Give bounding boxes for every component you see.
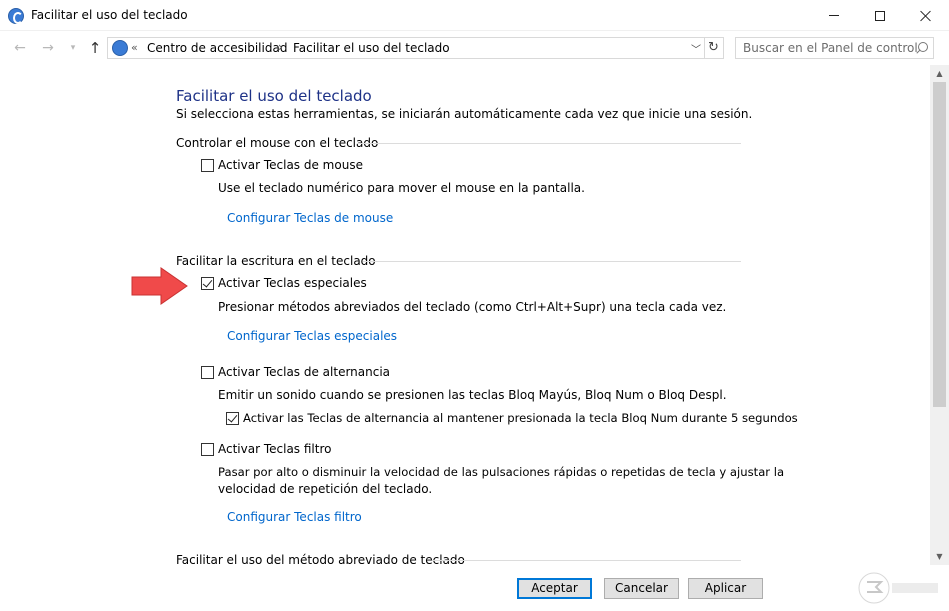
sticky-keys-label[interactable]: Activar Teclas especiales [218,276,367,290]
vertical-scrollbar[interactable]: ▲ ▼ [930,65,949,565]
mouse-keys-label[interactable]: Activar Teclas de mouse [218,158,363,172]
page-title: Facilitar el uso del teclado [176,87,372,105]
section-divider [432,560,741,561]
address-bar[interactable]: « Centro de accesibilidad › Facilitar el… [107,37,705,59]
section-title-shortcuts: Facilitar el uso del método abreviado de… [176,553,465,565]
window-title: Facilitar el uso del teclado [31,8,188,22]
close-icon [920,10,932,22]
search-placeholder: Buscar en el Panel de control [743,41,918,55]
control-panel-icon [112,40,128,56]
mouse-keys-description: Use el teclado numérico para mover el mo… [218,181,585,195]
apply-button[interactable]: Aplicar [688,578,763,599]
page-subtitle: Si selecciona estas herramientas, se ini… [176,107,753,121]
dialog-footer: Aceptar Cancelar Aplicar [0,565,949,611]
up-arrow-icon[interactable]: ↑ [86,39,104,57]
breadcrumb-accessibility-center[interactable]: Centro de accesibilidad [147,41,287,55]
search-input[interactable]: Buscar en el Panel de control [735,37,934,59]
toggle-keys-numlock-checkbox[interactable] [226,412,239,425]
navigation-bar: ← → ▾ ↑ « Centro de accesibilidad › Faci… [0,31,949,65]
sticky-keys-checkbox[interactable] [201,277,214,290]
watermark-logo-icon [858,572,938,604]
toggle-keys-description: Emitir un sonido cuando se presionen las… [218,388,727,402]
section-divider [357,143,741,144]
minimize-icon [829,15,839,16]
toggle-keys-label[interactable]: Activar Teclas de alternancia [218,365,390,379]
close-button[interactable] [903,0,949,31]
breadcrumb-separator-icon[interactable]: › [278,40,283,54]
minimize-button[interactable] [811,0,857,31]
main-content: Facilitar el uso del teclado Si seleccio… [0,65,930,565]
configure-sticky-keys-link[interactable]: Configurar Teclas especiales [227,329,397,343]
filter-keys-description-line1: Pasar por alto o disminuir la velocidad … [218,465,785,479]
breadcrumb-keyboard[interactable]: Facilitar el uso del teclado [293,41,450,55]
accessibility-icon [8,8,24,24]
section-title-mouse: Controlar el mouse con el teclado [176,136,379,150]
maximize-button[interactable] [857,0,903,31]
refresh-icon[interactable]: ↻ [704,37,724,59]
scrollbar-thumb[interactable] [933,82,946,407]
configure-mouse-keys-link[interactable]: Configurar Teclas de mouse [227,211,393,225]
section-divider [363,261,741,262]
forward-arrow-icon[interactable]: → [39,39,57,57]
filter-keys-label[interactable]: Activar Teclas filtro [218,442,331,456]
search-icon[interactable] [914,41,928,55]
title-bar: Facilitar el uso del teclado [0,0,949,31]
configure-filter-keys-link[interactable]: Configurar Teclas filtro [227,510,362,524]
scroll-down-icon[interactable]: ▼ [930,548,949,565]
cancel-button[interactable]: Cancelar [604,578,679,599]
section-title-typing: Facilitar la escritura en el teclado [176,254,376,268]
accept-button[interactable]: Aceptar [517,578,592,599]
recent-locations-chevron-icon[interactable]: ▾ [64,39,82,57]
filter-keys-description-line2: velocidad de repetición del teclado. [218,482,433,496]
mouse-keys-checkbox[interactable] [201,159,214,172]
annotation-arrow-icon [131,267,188,305]
breadcrumb-overflow-icon[interactable]: « [131,41,138,54]
back-arrow-icon[interactable]: ← [11,39,29,57]
address-dropdown-icon[interactable]: ﹀ [691,41,701,56]
filter-keys-checkbox[interactable] [201,443,214,456]
toggle-keys-numlock-label[interactable]: Activar las Teclas de alternancia al man… [243,411,798,425]
scroll-up-icon[interactable]: ▲ [930,65,949,82]
toggle-keys-checkbox[interactable] [201,366,214,379]
maximize-icon [875,10,885,21]
sticky-keys-description: Presionar métodos abreviados del teclado… [218,300,727,314]
